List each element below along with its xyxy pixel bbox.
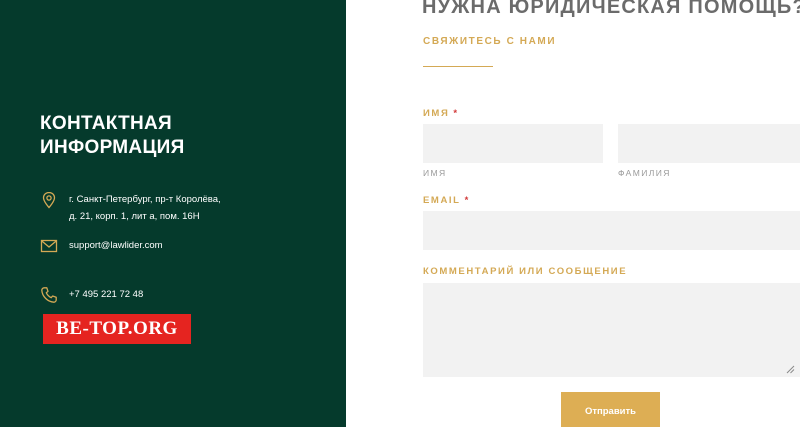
- first-name-input[interactable]: [423, 124, 603, 163]
- contact-address: г. Санкт-Петербург, пр-т Королёва, д. 21…: [40, 191, 221, 225]
- form-subheading: СВЯЖИТЕСЬ С НАМИ: [423, 36, 557, 47]
- required-mark: *: [464, 195, 470, 206]
- first-name-sublabel: ИМЯ: [423, 168, 447, 178]
- email-label-text: EMAIL: [423, 195, 461, 206]
- last-name-input[interactable]: [618, 124, 800, 163]
- contact-email[interactable]: support@lawlider.com: [40, 237, 163, 255]
- contact-panel: КОНТАКТНАЯ ИНФОРМАЦИЯ г. Санкт-Петербург…: [0, 0, 346, 427]
- comment-textarea[interactable]: [423, 283, 800, 377]
- name-label-text: ИМЯ: [423, 108, 450, 119]
- heading-divider: [423, 66, 493, 67]
- last-name-sublabel: ФАМИЛИЯ: [618, 168, 671, 178]
- resize-grip-icon[interactable]: [785, 364, 795, 374]
- phone-icon: [41, 287, 57, 303]
- comment-label: КОММЕНТАРИЙ ИЛИ СООБЩЕНИЕ: [423, 266, 628, 277]
- contact-title-line2: ИНФОРМАЦИЯ: [40, 137, 185, 158]
- name-label: ИМЯ *: [423, 108, 459, 119]
- submit-button[interactable]: Отправить: [561, 392, 660, 427]
- contact-title: КОНТАКТНАЯ ИНФОРМАЦИЯ: [40, 112, 320, 160]
- address-line2: д. 21, корп. 1, лит а, пом. 16Н: [69, 211, 200, 222]
- address-line1: г. Санкт-Петербург, пр-т Королёва,: [69, 194, 221, 205]
- required-mark: *: [453, 108, 459, 119]
- map-pin-icon: [42, 191, 56, 209]
- contact-phone[interactable]: +7 495 221 72 48: [40, 286, 143, 304]
- address-text: г. Санкт-Петербург, пр-т Королёва, д. 21…: [69, 191, 221, 225]
- email-label: EMAIL *: [423, 195, 470, 206]
- email-input[interactable]: [423, 211, 800, 250]
- phone-link[interactable]: +7 495 221 72 48: [69, 286, 143, 303]
- contact-title-line1: КОНТАКТНАЯ: [40, 113, 173, 134]
- form-heading: НУЖНА ЮРИДИЧЕСКАЯ ПОМОЩЬ?: [422, 0, 800, 18]
- watermark-badge: BE-TOP.ORG: [43, 314, 191, 344]
- mail-icon: [40, 239, 58, 253]
- email-link[interactable]: support@lawlider.com: [69, 237, 163, 254]
